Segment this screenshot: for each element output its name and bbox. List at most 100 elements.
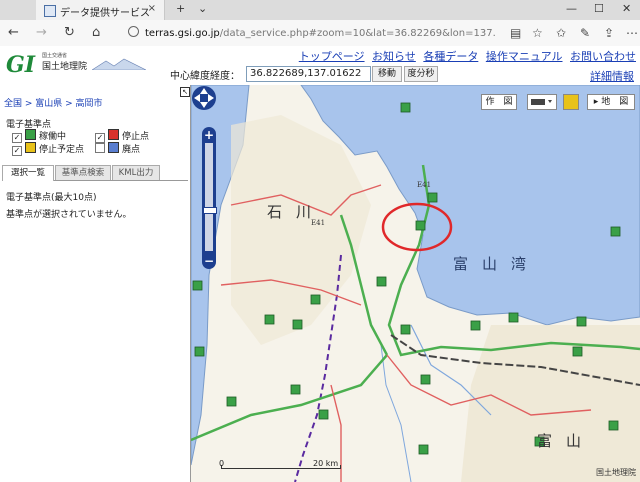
- base-map-label: 地 図: [601, 97, 629, 107]
- gnss-station-marker[interactable]: [610, 226, 621, 237]
- gnss-station-marker[interactable]: [318, 409, 329, 420]
- favorites-hub-icon[interactable]: ✩: [556, 26, 566, 40]
- address-bar[interactable]: terras.gsi.go.jp/data_service.php#zoom=1…: [128, 26, 496, 40]
- notes-pen-icon[interactable]: ✎: [580, 26, 590, 40]
- gnss-station-marker[interactable]: [194, 346, 205, 357]
- gnss-station-marker[interactable]: [508, 312, 519, 323]
- detail-info-link[interactable]: 詳細情報: [590, 68, 634, 84]
- gnss-station-marker[interactable]: [576, 316, 587, 327]
- maximize-window-icon[interactable]: ☐: [594, 2, 604, 15]
- top-link-home[interactable]: トップページ: [299, 50, 365, 63]
- tab-close-button[interactable]: ×: [148, 3, 156, 14]
- selection-list-title: 電子基準点(最大10点): [6, 193, 97, 203]
- panel-tabs: 選択一覧 基準点検索 KML出力: [2, 165, 188, 181]
- browser-tab-strip: データ提供サービス × + ⌄ — ☐ ✕: [0, 0, 640, 20]
- legend-item-scheduled-stop[interactable]: ✓ 停止予定点: [12, 142, 84, 156]
- empty-selection-message: 基準点が選択されていません。: [6, 210, 132, 220]
- collapse-panel-icon[interactable]: ↖: [180, 87, 190, 97]
- gnss-station-marker[interactable]: [415, 220, 426, 231]
- zoom-in-button[interactable]: +: [202, 128, 216, 142]
- legend-item-operating[interactable]: ✓ 稼働中: [12, 129, 66, 143]
- top-link-contact[interactable]: お問い合わせ: [570, 50, 636, 63]
- logo-mountain-icon: [92, 58, 146, 70]
- legend-item-abolished[interactable]: 廃点: [95, 142, 140, 155]
- reading-view-icon[interactable]: ▤: [510, 26, 521, 40]
- gsi-logo[interactable]: GI 国土交通省 国土地理院: [6, 52, 146, 78]
- tab-selection-list[interactable]: 選択一覧: [2, 165, 54, 181]
- favorite-star-icon[interactable]: ☆: [532, 26, 543, 40]
- tab-station-search[interactable]: 基準点検索: [55, 165, 111, 180]
- legend-item-stopped[interactable]: ✓ 停止点: [95, 129, 149, 143]
- legend-checkbox[interactable]: ✓: [12, 146, 22, 156]
- logo-ministry: 国土交通省: [42, 53, 68, 59]
- top-link-news[interactable]: お知らせ: [372, 50, 416, 63]
- base-map-button[interactable]: ▸ 地 図: [587, 94, 635, 110]
- gnss-station-marker[interactable]: [427, 192, 438, 203]
- share-icon[interactable]: ⇪: [604, 26, 614, 40]
- zoom-out-button[interactable]: −: [202, 254, 216, 268]
- gnss-station-marker[interactable]: [226, 396, 237, 407]
- gnss-station-marker[interactable]: [292, 319, 303, 330]
- move-button[interactable]: 移動: [372, 66, 402, 82]
- layer-icon: [531, 99, 552, 105]
- more-menu-icon[interactable]: ⋯: [626, 26, 638, 40]
- browser-tab[interactable]: データ提供サービス ×: [36, 0, 165, 20]
- center-coordinate-input[interactable]: 36.822689,137.01622: [246, 66, 371, 82]
- top-link-data[interactable]: 各種データ: [423, 50, 478, 63]
- top-links: トップページ お知らせ 各種データ 操作マニュアル お問い合わせ: [295, 48, 636, 64]
- logo-mark: GI: [6, 52, 36, 78]
- zoom-slider[interactable]: + −: [202, 127, 217, 269]
- gnss-station-marker[interactable]: [310, 294, 321, 305]
- tab-kml-export[interactable]: KML出力: [112, 165, 160, 180]
- logo-name: 国土地理院: [42, 62, 88, 72]
- map-attribution[interactable]: 国土地理院: [596, 467, 636, 478]
- gnss-station-marker[interactable]: [192, 280, 203, 291]
- legend-label: 稼働中: [39, 132, 67, 142]
- legend-checkbox[interactable]: [95, 143, 105, 153]
- pan-control-icon[interactable]: [191, 85, 217, 111]
- label-e41: E41: [311, 219, 326, 227]
- browser-toolbar: ← → ↻ ⌂ terras.gsi.go.jp/data_service.ph…: [0, 20, 640, 47]
- scale-zero: 0: [219, 459, 225, 468]
- gnss-station-red-icon: [108, 129, 119, 140]
- zoom-knob[interactable]: [203, 207, 217, 214]
- gnss-station-marker[interactable]: [264, 314, 275, 325]
- legend-label: 停止予定点: [39, 145, 85, 155]
- map-canvas[interactable]: [191, 85, 640, 482]
- gnss-station-marker[interactable]: [572, 346, 583, 357]
- gnss-station-yellow-icon: [25, 142, 36, 153]
- breadcrumb[interactable]: 全国 > 富山県 > 高岡市: [4, 96, 103, 109]
- top-link-manual[interactable]: 操作マニュアル: [486, 50, 563, 63]
- left-panel: ↖ 全国 > 富山県 > 高岡市 電子基準点 ✓ 稼働中 ✓ 停止点 ✓ 停止予定点 …: [0, 85, 191, 482]
- gnss-station-marker[interactable]: [400, 102, 411, 113]
- new-tab-button[interactable]: +: [176, 2, 185, 15]
- url-path: /data_service.php#zoom=10&lat=36.82269&l…: [219, 28, 496, 39]
- close-window-icon[interactable]: ✕: [622, 2, 631, 15]
- minimize-window-icon[interactable]: —: [566, 2, 577, 15]
- gnss-station-marker[interactable]: [290, 384, 301, 395]
- gnss-station-marker[interactable]: [418, 444, 429, 455]
- refresh-icon[interactable]: ↻: [64, 25, 75, 40]
- tab-list-button[interactable]: ⌄: [198, 2, 207, 15]
- back-arrow-icon[interactable]: ←: [8, 25, 19, 40]
- legend-label: 停止点: [122, 132, 150, 142]
- home-icon[interactable]: ⌂: [92, 25, 100, 40]
- draw-button[interactable]: 作 図: [481, 94, 517, 110]
- legend-ruler-icon[interactable]: [563, 94, 579, 110]
- forward-arrow-icon[interactable]: →: [36, 25, 47, 40]
- zoom-rail[interactable]: [205, 143, 213, 251]
- url-host: terras.gsi.go.jp: [145, 28, 220, 39]
- layer-switch-button[interactable]: [527, 94, 557, 110]
- gnss-station-marker[interactable]: [470, 320, 481, 331]
- gnss-station-blue-icon: [108, 142, 119, 153]
- gnss-station-green-icon: [25, 129, 36, 140]
- dms-button[interactable]: 度分秒: [404, 66, 438, 82]
- gnss-station-marker[interactable]: [400, 324, 411, 335]
- scale-end: 20 km: [313, 459, 339, 468]
- gnss-station-marker[interactable]: [608, 420, 619, 431]
- map-view[interactable]: 石川 富山湾 富山 E41 E41 + − 作 図 ▸ 地 図 0 20 km …: [191, 85, 640, 482]
- gnss-station-marker[interactable]: [376, 276, 387, 287]
- label-toyama-bay: 富山湾: [453, 255, 541, 273]
- site-header: GI 国土交通省 国土地理院 トップページ お知らせ 各種データ 操作マニュアル…: [0, 46, 640, 85]
- gnss-station-marker[interactable]: [420, 374, 431, 385]
